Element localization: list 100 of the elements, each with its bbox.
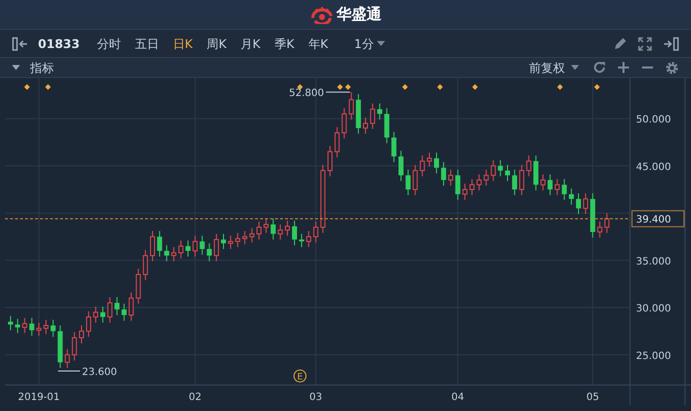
leader-line bbox=[58, 370, 80, 372]
event-marker-icon[interactable] bbox=[594, 84, 600, 90]
candlestick bbox=[228, 235, 234, 250]
candlestick bbox=[548, 174, 553, 196]
date-axis-label: 02 bbox=[188, 392, 202, 403]
candlestick bbox=[299, 233, 304, 248]
candlestick bbox=[426, 152, 432, 168]
candlestick bbox=[476, 174, 482, 191]
candlestick bbox=[22, 317, 28, 334]
candlestick bbox=[8, 316, 13, 331]
candlestick bbox=[370, 103, 376, 130]
candlestick bbox=[192, 235, 198, 258]
candlestick bbox=[406, 169, 411, 196]
price-axis-label: 35.000 bbox=[636, 256, 671, 268]
event-marker-icon[interactable] bbox=[45, 84, 51, 90]
candlestick bbox=[128, 292, 134, 322]
candlestick bbox=[93, 306, 98, 324]
candlestick bbox=[498, 160, 503, 177]
candlestick bbox=[136, 268, 141, 304]
interval-dropdown[interactable]: 1分 bbox=[347, 34, 392, 52]
candlestick bbox=[363, 117, 368, 134]
candlestick bbox=[44, 319, 48, 334]
event-marker-icon[interactable] bbox=[437, 84, 443, 90]
candlestick bbox=[242, 230, 248, 245]
stock-code: 01833 bbox=[38, 36, 80, 52]
candlestick bbox=[107, 296, 112, 324]
candlestick bbox=[171, 246, 176, 262]
candlestick bbox=[604, 212, 610, 234]
period-tab[interactable]: 分时 bbox=[90, 34, 128, 52]
period-tab[interactable]: 日K bbox=[166, 34, 200, 52]
candlestick bbox=[249, 228, 254, 243]
candlestick bbox=[562, 178, 567, 200]
candlestick bbox=[15, 318, 20, 334]
caret-icon bbox=[376, 40, 385, 46]
candlestick bbox=[334, 126, 340, 158]
candlestick bbox=[313, 221, 318, 243]
candlestick bbox=[264, 218, 269, 234]
candlestick bbox=[164, 244, 170, 262]
candlestick bbox=[342, 108, 347, 139]
event-marker-icon[interactable] bbox=[24, 84, 30, 90]
price-axis-label: 25.000 bbox=[636, 350, 671, 362]
candlestick bbox=[178, 240, 184, 259]
candlestick bbox=[206, 242, 212, 262]
low-price-label: 23.600 bbox=[82, 367, 117, 378]
logo-text: 华盛通 bbox=[336, 4, 382, 26]
candlestick bbox=[278, 224, 283, 240]
candlestick bbox=[200, 235, 205, 256]
candlestick bbox=[292, 220, 297, 246]
candlestick bbox=[576, 192, 581, 215]
event-marker-icon[interactable] bbox=[345, 84, 351, 90]
candlestick bbox=[50, 319, 56, 338]
last-price-box bbox=[632, 210, 684, 228]
candlestick bbox=[256, 221, 262, 240]
candlestick bbox=[420, 154, 425, 177]
candlestick bbox=[470, 178, 474, 196]
indicator-label: 指标 bbox=[30, 60, 54, 76]
candlestick bbox=[100, 306, 106, 324]
candlestick bbox=[79, 324, 84, 344]
date-axis-label: 2019-01 bbox=[18, 392, 60, 403]
candlestick bbox=[29, 317, 34, 336]
price-axis-label: 30.000 bbox=[636, 304, 671, 315]
period-tab[interactable]: 五日 bbox=[128, 34, 166, 52]
candlestick bbox=[568, 188, 574, 206]
leader-line bbox=[326, 92, 350, 93]
candlestick bbox=[36, 322, 42, 336]
candlestick bbox=[157, 230, 162, 258]
candlestick bbox=[533, 154, 538, 191]
price-axis-label: 45.000 bbox=[636, 162, 671, 173]
candlestick bbox=[384, 108, 390, 144]
event-marker-icon[interactable] bbox=[402, 84, 408, 90]
event-marker-icon[interactable] bbox=[297, 84, 303, 90]
candlestick bbox=[221, 233, 226, 250]
candlestick bbox=[540, 174, 546, 191]
high-price-label: 52.800 bbox=[289, 88, 324, 100]
candlestick bbox=[434, 152, 439, 174]
candlestick bbox=[284, 220, 290, 236]
candlestick bbox=[490, 160, 496, 182]
candlestick bbox=[86, 310, 92, 338]
candlestick bbox=[114, 296, 120, 316]
candlestick bbox=[270, 218, 276, 240]
candlestick bbox=[328, 146, 332, 177]
period-tab[interactable]: 年K bbox=[301, 34, 336, 52]
date-axis-label: 04 bbox=[451, 392, 464, 403]
candlestick bbox=[142, 249, 148, 281]
candlestick bbox=[505, 164, 510, 182]
event-marker-icon[interactable] bbox=[472, 84, 478, 90]
period-tab[interactable]: 周K bbox=[200, 34, 234, 52]
period-tab[interactable]: 月K bbox=[234, 34, 268, 52]
period-tab[interactable]: 季K bbox=[267, 34, 302, 52]
candlestick bbox=[214, 233, 219, 262]
date-axis-label: 03 bbox=[309, 392, 322, 403]
candlestick bbox=[484, 169, 489, 186]
candlestick bbox=[512, 169, 518, 196]
price-axis-label: 50.000 bbox=[636, 114, 671, 126]
event-badge[interactable]: E bbox=[294, 370, 306, 382]
candlestick bbox=[526, 154, 532, 177]
event-marker-icon[interactable] bbox=[337, 84, 343, 90]
adjustment-dropdown[interactable]: 前复权 bbox=[522, 58, 586, 76]
candlestick bbox=[72, 332, 77, 361]
event-marker-icon[interactable] bbox=[557, 84, 563, 90]
